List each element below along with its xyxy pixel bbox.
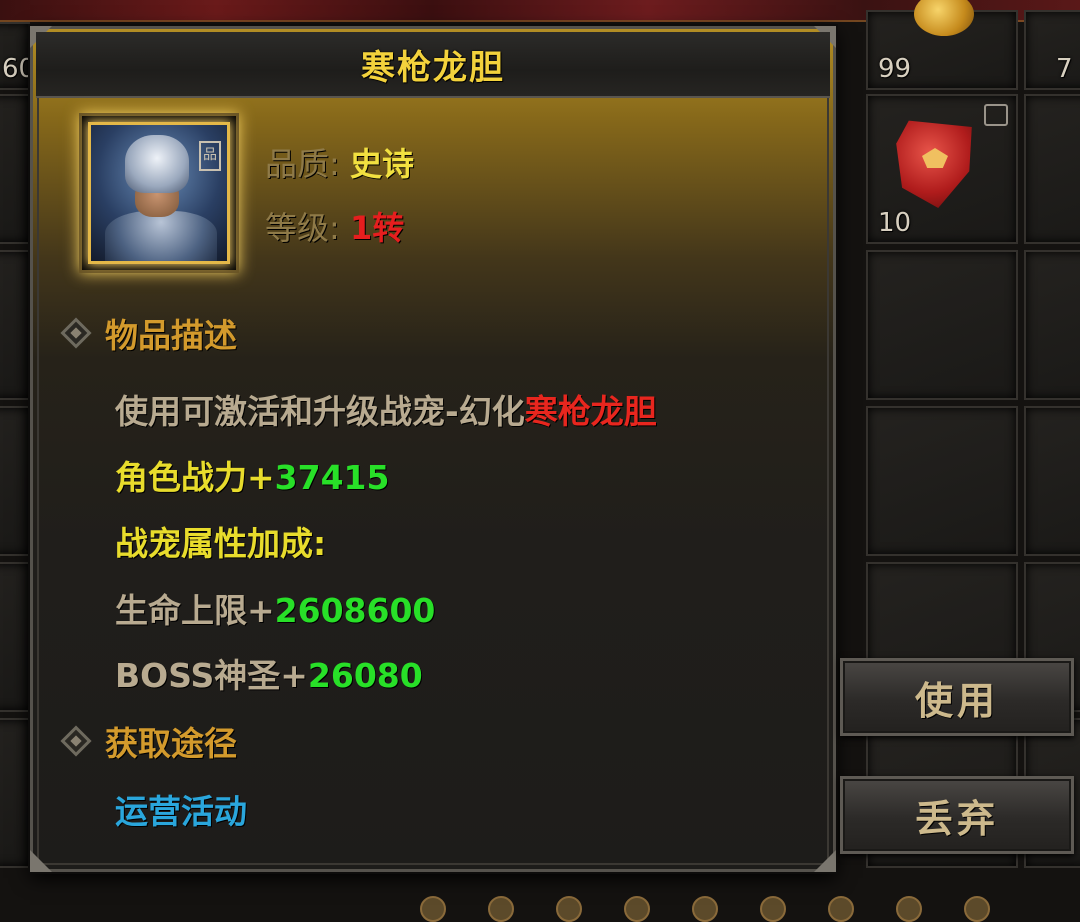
- hp-label: 生命上限+: [115, 591, 275, 630]
- inventory-slot[interactable]: [0, 406, 30, 556]
- bonus-header-line: 战宠属性加成:: [115, 517, 326, 565]
- shield-token-icon: [896, 120, 972, 208]
- item-title: 寒枪龙胆: [361, 47, 505, 88]
- grade-tag: 品: [199, 141, 221, 171]
- hp-value: 2608600: [274, 591, 436, 630]
- inventory-slot[interactable]: [1024, 250, 1080, 400]
- use-button[interactable]: 使用: [840, 658, 1074, 736]
- level-row: 等级: 1转: [265, 203, 404, 249]
- hp-line: 生命上限+2608600: [115, 584, 435, 632]
- inventory-slot[interactable]: [0, 94, 30, 244]
- helmet-shape: [125, 135, 189, 193]
- inventory-slot[interactable]: [866, 406, 1018, 556]
- level-value: 1转: [349, 209, 405, 247]
- description-section-header: 物品描述: [60, 309, 237, 357]
- slot-count: 99: [878, 54, 912, 84]
- page-dot[interactable]: [692, 896, 718, 922]
- boss-value: 26080: [307, 656, 423, 695]
- inventory-slot[interactable]: 10: [866, 94, 1018, 244]
- page-dot[interactable]: [828, 896, 854, 922]
- page-dot[interactable]: [624, 896, 650, 922]
- source-header: 获取途径: [105, 724, 237, 763]
- power-label: 角色战力+: [115, 458, 275, 497]
- boss-label: BOSS神圣+: [115, 656, 308, 695]
- source-line: 运营活动: [115, 785, 247, 833]
- bind-badge-icon: [984, 104, 1008, 126]
- item-tooltip: 寒枪龙胆 品 品质: 史诗 等级: 1转 物品描述 使用可激活和升级战宠-幻化寒…: [30, 26, 836, 872]
- source-section-header: 获取途径: [60, 717, 237, 765]
- description-line: 使用可激活和升级战宠-幻化寒枪龙胆: [115, 385, 657, 433]
- inventory-slot[interactable]: [1024, 94, 1080, 244]
- frame-corner: [814, 850, 836, 872]
- page-dot[interactable]: [896, 896, 922, 922]
- inventory-slot[interactable]: [1024, 406, 1080, 556]
- power-line: 角色战力+37415: [115, 451, 389, 499]
- inventory-slot[interactable]: [0, 562, 30, 712]
- description-header: 物品描述: [105, 316, 237, 355]
- power-value: 37415: [274, 458, 390, 497]
- boss-line: BOSS神圣+26080: [115, 649, 423, 697]
- level-label: 等级:: [265, 209, 340, 247]
- inventory-slot[interactable]: 7: [1024, 10, 1080, 90]
- tooltip-title-bar: 寒枪龙胆: [36, 32, 830, 98]
- slot-count: 7: [1056, 54, 1073, 84]
- gold-coin-icon: [914, 0, 974, 36]
- page-dot[interactable]: [964, 896, 990, 922]
- inventory-slot[interactable]: [0, 250, 30, 400]
- bonus-header: 战宠属性加成:: [115, 524, 327, 563]
- description-highlight: 寒枪龙胆: [524, 392, 657, 431]
- item-portrait-frame: 品: [79, 113, 239, 273]
- quality-row: 品质: 史诗: [265, 139, 414, 185]
- inventory-slot[interactable]: 99: [866, 0, 1018, 90]
- inventory-slot[interactable]: [866, 250, 1018, 400]
- inventory-slot[interactable]: [0, 718, 30, 868]
- quality-label: 品质:: [265, 145, 340, 183]
- source-link[interactable]: 运营活动: [115, 792, 247, 831]
- armor-shape: [105, 211, 217, 261]
- page-indicator: [420, 896, 990, 922]
- quality-value: 史诗: [349, 145, 414, 183]
- page-dot[interactable]: [420, 896, 446, 922]
- warrior-portrait-icon: 品: [88, 122, 230, 264]
- page-dot[interactable]: [488, 896, 514, 922]
- frame-corner: [30, 850, 52, 872]
- slot-count: 10: [878, 208, 912, 238]
- page-dot[interactable]: [760, 896, 786, 922]
- description-prefix: 使用可激活和升级战宠-幻化: [115, 392, 525, 431]
- inventory-slot[interactable]: 60: [0, 22, 35, 90]
- diamond-bullet-icon: [60, 725, 92, 757]
- page-dot[interactable]: [556, 896, 582, 922]
- diamond-bullet-icon: [60, 317, 92, 349]
- discard-button[interactable]: 丢弃: [840, 776, 1074, 854]
